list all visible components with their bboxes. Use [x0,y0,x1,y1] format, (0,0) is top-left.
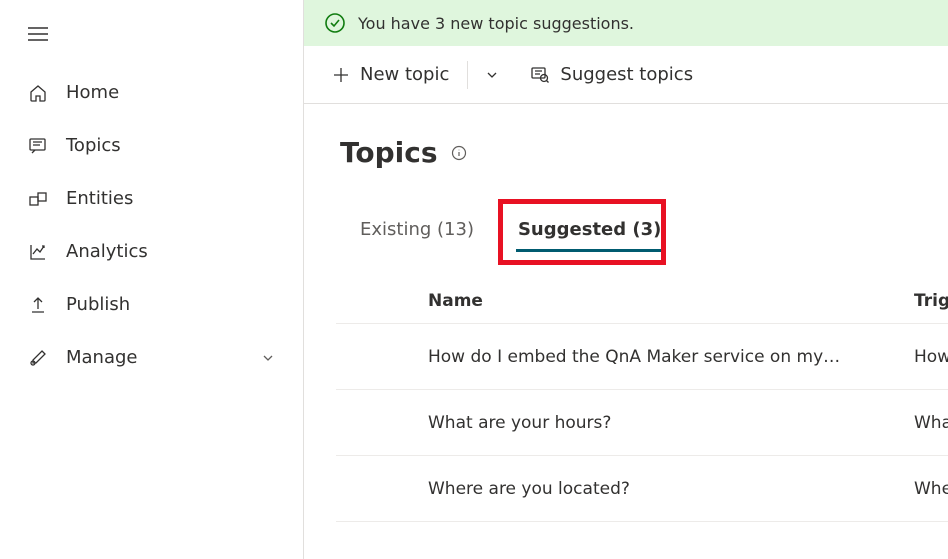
cell-trigger: Where are you located [914,479,948,499]
manage-icon [28,348,48,368]
tab-suggested[interactable]: Suggested (3) [516,213,663,252]
page-title-text: Topics [340,136,438,169]
sidebar-item-entities[interactable]: Entities [0,172,303,225]
sidebar-item-analytics[interactable]: Analytics [0,225,303,278]
suggest-icon [530,65,550,85]
divider [467,61,468,89]
publish-icon [28,295,48,315]
sidebar-item-label: Analytics [66,241,148,262]
table-row[interactable]: Where are you located? Where are you loc… [336,456,948,522]
cell-name: What are your hours? [428,413,890,433]
table-header: Name Trigger phrases [336,278,948,324]
new-topic-dropdown-button[interactable] [478,63,506,87]
hamburger-menu-button[interactable] [0,10,76,66]
sidebar-item-label: Manage [66,347,138,368]
cell-trigger: How do I embed [914,347,948,367]
table-row[interactable]: How do I embed the QnA Maker service on … [336,324,948,390]
suggestions-banner: You have 3 new topic suggestions. [304,0,948,46]
page-title: Topics [340,136,948,169]
toolbar: New topic Suggest topics [304,46,948,104]
analytics-icon [28,242,48,262]
cell-name: How do I embed the QnA Maker service on … [428,347,890,367]
column-header-trigger[interactable]: Trigger phrases [914,291,948,311]
suggest-topics-label: Suggest topics [560,64,693,85]
chevron-down-icon [261,351,275,365]
sidebar-item-topics[interactable]: Topics [0,119,303,172]
column-header-name[interactable]: Name [428,291,890,311]
check-circle-icon [324,12,346,34]
home-icon [28,83,48,103]
cell-trigger: What are your hours [914,413,948,433]
sidebar-item-label: Entities [66,188,133,209]
topics-icon [28,136,48,156]
hamburger-icon [28,24,48,44]
chevron-down-icon [484,67,500,83]
suggested-topics-table: Name Trigger phrases How do I embed the … [336,278,948,522]
banner-message: You have 3 new topic suggestions. [358,14,634,33]
info-icon[interactable] [450,144,468,162]
sidebar-item-publish[interactable]: Publish [0,278,303,331]
entities-icon [28,189,48,209]
new-topic-label: New topic [360,64,449,85]
sidebar-item-label: Home [66,82,119,103]
main-content: You have 3 new topic suggestions. New to… [304,0,948,559]
tabs: Existing (13) Suggested (3) [340,213,948,252]
suggest-topics-button[interactable]: Suggest topics [522,60,701,89]
sidebar: Home Topics Entities Analytics Publish M… [0,0,304,559]
table-row[interactable]: What are your hours? What are your hours [336,390,948,456]
sidebar-item-home[interactable]: Home [0,66,303,119]
cell-name: Where are you located? [428,479,890,499]
sidebar-item-label: Publish [66,294,130,315]
new-topic-button[interactable]: New topic [324,60,457,89]
sidebar-item-label: Topics [66,135,121,156]
sidebar-item-manage[interactable]: Manage [0,331,303,384]
tab-existing[interactable]: Existing (13) [358,213,476,252]
plus-icon [332,66,350,84]
page-body: Topics Existing (13) Suggested (3) Name … [304,104,948,559]
